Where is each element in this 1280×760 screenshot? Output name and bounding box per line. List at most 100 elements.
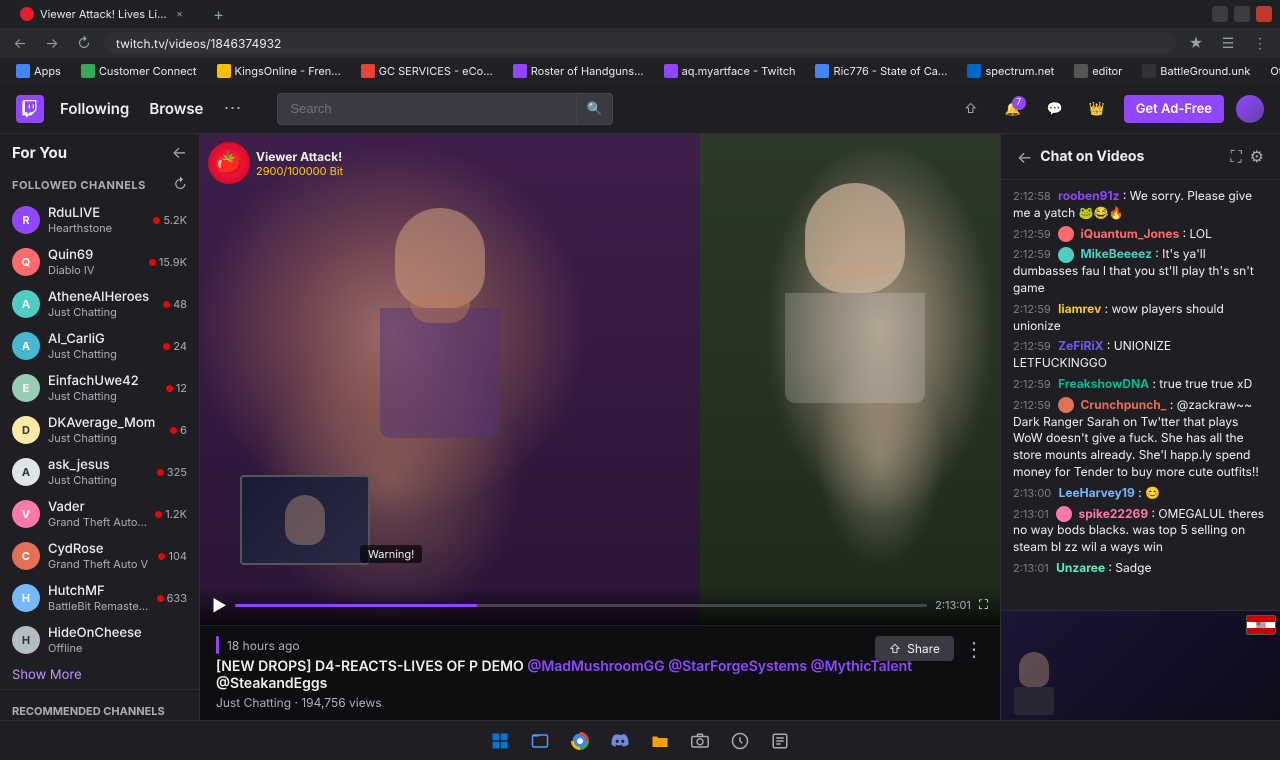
taskbar-discord[interactable] <box>604 725 636 757</box>
for-you-label: For You <box>12 143 67 162</box>
chat-message-4: 2:12:59 ZeFiRiX : UNIONIZE LETFUCKINGGO <box>1013 338 1268 372</box>
followed-channels-actions: ↻ <box>174 176 187 193</box>
live-dot-rdu <box>153 217 160 224</box>
taskbar-files[interactable] <box>524 725 556 757</box>
taskbar-camera[interactable] <box>684 725 716 757</box>
play-btn[interactable]: ▶ <box>212 595 227 615</box>
whispers-btn[interactable]: 💬 <box>1040 94 1070 124</box>
bookmark-battlegc[interactable]: BattleGround.unk <box>1134 62 1258 80</box>
channel-info-hideoncheese: HideOnCheese Offline <box>48 625 187 655</box>
bookmark-kings[interactable]: KingsOnline - Fren... <box>209 62 349 80</box>
browser-controls <box>1212 6 1272 22</box>
bookmark-aq[interactable]: aq.myartface - Twitch <box>656 62 804 80</box>
channel-item-athene[interactable]: A AtheneAIHeroes Just Chatting 48 <box>0 283 199 325</box>
channel-item-askjesus[interactable]: A ask_jesus Just Chatting 325 <box>0 451 199 493</box>
url-bar[interactable]: twitch.tv/videos/1846374932 <box>104 32 1176 54</box>
nav-browse[interactable]: Browse <box>149 99 203 118</box>
video-title-h1: @MadMushroomGG <box>527 658 664 675</box>
maximize-btn[interactable] <box>1234 6 1250 22</box>
channel-info-quin: Quin69 Diablo IV <box>48 247 141 277</box>
video-title-text: [NEW DROPS] D4-REACTS-LIVES OF P DEMO <box>216 658 527 675</box>
notifications-btn[interactable]: 🔔 7 <box>998 94 1028 124</box>
taskbar-chrome[interactable] <box>564 725 596 757</box>
channel-game-einfach: Just Chatting <box>48 389 158 403</box>
search-input[interactable] <box>277 93 577 125</box>
taskbar <box>0 720 1280 760</box>
user-avatar[interactable] <box>1236 95 1264 123</box>
more-options-btn[interactable]: ⋮ <box>964 637 984 661</box>
live-dot-vader <box>155 511 162 518</box>
channel-item-einfach[interactable]: E EinfachUwe42 Just Chatting 12 <box>0 367 199 409</box>
search-button[interactable]: 🔍 <box>577 93 613 125</box>
extensions-btn[interactable]: ☰ <box>1216 31 1240 55</box>
live-dot-aicarlig <box>163 343 170 350</box>
chat-time-1: 2:12:59 <box>1013 227 1051 241</box>
tab-close-btn[interactable]: × <box>173 7 187 21</box>
chat-user-6: Crunchpunch_ <box>1081 397 1167 412</box>
chat-sidebar-toggle[interactable]: ← <box>1017 147 1032 167</box>
timestamp-bar <box>216 636 219 654</box>
bookmark-gc-label: GC SERVICES - eCo... <box>379 64 493 78</box>
video-right-panel <box>700 134 1000 625</box>
channel-item-dkavg[interactable]: D DKAverage_Mom Just Chatting 6 <box>0 409 199 451</box>
taskbar-folder[interactable] <box>644 725 676 757</box>
chat-time-8: 2:13:01 <box>1013 507 1049 521</box>
nav-more-btn[interactable]: ⋯ <box>223 98 241 119</box>
channel-name-cydrose: CydRose <box>48 541 150 557</box>
bookmark-ric[interactable]: Ric776 - State of Ca... <box>807 62 955 80</box>
bookmark-apps[interactable]: Apps <box>8 62 69 80</box>
bookmark-roster-label: Roster of Handguns... <box>531 64 644 78</box>
channel-item-rdu[interactable]: R RduLIVE Hearthstone 5.2K <box>0 199 199 241</box>
reload-btn[interactable]: ↻ <box>72 31 96 55</box>
get-ad-free-button[interactable]: Get Ad-Free <box>1124 95 1224 123</box>
channel-item-vader[interactable]: V Vader Grand Theft Auto V 1.2K <box>0 493 199 535</box>
bookmark-editor[interactable]: editor <box>1066 62 1130 80</box>
chat-time-3: 2:12:59 <box>1013 302 1051 316</box>
bookmark-star[interactable]: ★ <box>1184 31 1208 55</box>
channel-item-quin[interactable]: Q Quin69 Diablo IV 15.9K <box>0 241 199 283</box>
twitch-logo-svg <box>21 100 39 118</box>
close-btn[interactable] <box>1256 6 1272 22</box>
taskbar-notes[interactable] <box>764 725 796 757</box>
bookmark-other[interactable]: Other bookmarks <box>1262 62 1280 80</box>
prime-btn[interactable]: 👑 <box>1082 94 1112 124</box>
channel-item-hideoncheese[interactable]: H HideOnCheese Offline <box>0 619 199 661</box>
tab-title: Viewer Attack! Lives Li... <box>40 7 167 21</box>
channel-game-hutchmf: BattleBit Remaster... <box>48 599 149 613</box>
twitch-logo[interactable] <box>16 95 44 123</box>
progress-bar[interactable] <box>235 604 927 607</box>
browser-menu-btn[interactable]: ⋮ <box>1248 31 1272 55</box>
nav-following[interactable]: Following <box>60 99 129 118</box>
chat-settings-btn[interactable]: ⚙ <box>1250 146 1264 167</box>
bookmark-gc[interactable]: GC SERVICES - eCo... <box>353 62 501 80</box>
viewer-attack-label: Viewer Attack! <box>256 149 343 164</box>
chat-popout-btn[interactable]: ⛶ <box>1230 146 1241 167</box>
chat-avatar-8 <box>1056 506 1072 522</box>
minimize-btn[interactable] <box>1212 6 1228 22</box>
share-button[interactable]: ⇧ Share <box>875 636 954 661</box>
streamer-thumbnail: 🇺🇸 <box>1001 610 1280 720</box>
active-tab[interactable]: Viewer Attack! Lives Li... × <box>8 3 199 25</box>
new-tab-button[interactable]: + <box>207 2 231 26</box>
sidebar-collapse-btn[interactable]: ← <box>172 142 187 162</box>
fullscreen-btn[interactable]: ⛶ <box>979 597 988 613</box>
forward-btn[interactable]: → <box>40 31 64 55</box>
discord-icon <box>611 732 629 750</box>
channel-item-aicarlig[interactable]: A AI_CarliG Just Chatting 24 <box>0 325 199 367</box>
upload-btn[interactable]: ⇧ <box>956 94 986 124</box>
refresh-followed-btn[interactable]: ↻ <box>174 176 187 193</box>
chat-time-9: 2:13:01 <box>1013 561 1049 575</box>
show-more-button[interactable]: Show More <box>0 661 199 689</box>
aq-favicon <box>664 64 678 78</box>
channel-viewers-rdu: 5.2K <box>153 213 187 227</box>
bookmark-customer[interactable]: Customer Connect <box>73 62 205 80</box>
bookmark-roster[interactable]: Roster of Handguns... <box>505 62 652 80</box>
taskbar-clock[interactable] <box>724 725 756 757</box>
channel-item-cydrose[interactable]: C CydRose Grand Theft Auto V 104 <box>0 535 199 577</box>
channel-avatar-einfach: E <box>12 374 40 402</box>
taskbar-windows[interactable] <box>484 725 516 757</box>
channel-item-hutchmf[interactable]: H HutchMF BattleBit Remaster... 633 <box>0 577 199 619</box>
video-frame[interactable]: Warning! <box>200 134 1000 625</box>
back-btn[interactable]: ← <box>8 31 32 55</box>
bookmark-spectrum[interactable]: spectrum.net <box>959 62 1062 80</box>
